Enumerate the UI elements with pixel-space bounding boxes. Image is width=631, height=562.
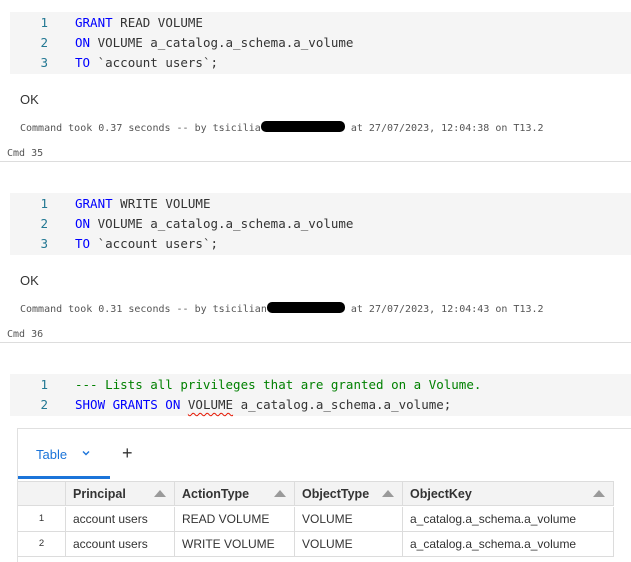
tab-label: Table bbox=[36, 447, 68, 462]
table-cell[interactable]: a_catalog.a_schema.a_volume bbox=[403, 532, 614, 556]
sql-token: VOLUME bbox=[187, 397, 234, 412]
code-text: --- Lists all privileges that are grante… bbox=[75, 375, 481, 395]
sql-token: READ VOLUME bbox=[112, 15, 203, 30]
code-text: TO `account users`; bbox=[75, 234, 218, 254]
code-text: GRANT WRITE VOLUME bbox=[75, 194, 210, 214]
column-header-objectkey[interactable]: ObjectKey bbox=[403, 482, 614, 506]
result-ok-text: OK bbox=[20, 273, 39, 288]
code-editor-cell-36[interactable]: 1 --- Lists all privileges that are grant… bbox=[10, 374, 631, 416]
code-editor-cell-1[interactable]: 1 GRANT READ VOLUME 2 ON VOLUME a_catalog.… bbox=[10, 12, 631, 74]
line-number: 3 bbox=[40, 236, 48, 251]
chevron-down-icon[interactable] bbox=[82, 449, 90, 457]
code-editor-cell-35[interactable]: 1 GRANT WRITE VOLUME 2 ON VOLUME a_catalog… bbox=[10, 193, 631, 255]
code-text: ON VOLUME a_catalog.a_schema.a_volume bbox=[75, 33, 353, 53]
table-cell[interactable]: WRITE VOLUME bbox=[175, 532, 295, 556]
column-header-label: ObjectKey bbox=[410, 487, 472, 501]
sort-arrow-icon[interactable] bbox=[593, 490, 605, 497]
cmd-label: Cmd 35 bbox=[7, 148, 44, 159]
row-index: 2 bbox=[18, 532, 66, 556]
command-meta: Command took 0.37 seconds -- by tsicilia… bbox=[20, 121, 544, 134]
column-header-actiontype[interactable]: ActionType bbox=[175, 482, 295, 506]
sql-keyword: TO bbox=[75, 55, 91, 70]
command-meta-prefix: Command took 0.37 seconds -- by tsicilia bbox=[20, 123, 261, 134]
column-header-label: Principal bbox=[73, 487, 126, 501]
command-meta: Command took 0.31 seconds -- by tsicilia… bbox=[20, 302, 544, 315]
cell-divider bbox=[0, 161, 631, 162]
sql-token: VOLUME a_catalog.a_schema.a_volume bbox=[90, 216, 354, 231]
table-cell[interactable]: VOLUME bbox=[295, 507, 403, 531]
column-header-label: ObjectType bbox=[302, 487, 370, 501]
command-meta-prefix: Command took 0.31 seconds -- by tsicilia… bbox=[20, 304, 267, 315]
sql-keyword: GRANT bbox=[75, 196, 113, 211]
result-ok-text: OK bbox=[20, 92, 39, 107]
sort-arrow-icon[interactable] bbox=[274, 490, 286, 497]
code-text: ON VOLUME a_catalog.a_schema.a_volume bbox=[75, 214, 353, 234]
table-row[interactable]: 1 account users READ VOLUME VOLUME a_cat… bbox=[18, 507, 614, 532]
code-text: TO `account users`; bbox=[75, 53, 218, 73]
table-cell[interactable]: account users bbox=[66, 507, 175, 531]
line-number: 2 bbox=[40, 397, 48, 412]
row-index: 1 bbox=[18, 507, 66, 531]
sql-token: WRITE VOLUME bbox=[112, 196, 211, 211]
column-header-label: ActionType bbox=[182, 487, 250, 501]
command-meta-suffix: at 27/07/2023, 12:04:43 on T13.2 bbox=[344, 304, 544, 315]
column-header-objecttype[interactable]: ObjectType bbox=[295, 482, 403, 506]
command-meta-suffix: at 27/07/2023, 12:04:38 on T13.2 bbox=[344, 123, 544, 134]
line-number: 1 bbox=[40, 196, 48, 211]
plus-icon[interactable]: + bbox=[122, 444, 133, 462]
line-number: 1 bbox=[40, 15, 48, 30]
line-number: 1 bbox=[40, 377, 48, 392]
row-index-header bbox=[18, 482, 66, 506]
sql-keyword: GRANT bbox=[75, 15, 113, 30]
sql-token: `account users`; bbox=[90, 55, 218, 70]
table-cell[interactable]: VOLUME bbox=[295, 532, 403, 556]
table-cell[interactable]: READ VOLUME bbox=[175, 507, 295, 531]
table-row[interactable]: 2 account users WRITE VOLUME VOLUME a_ca… bbox=[18, 532, 614, 557]
redacted-username bbox=[260, 121, 345, 132]
table-cell[interactable]: a_catalog.a_schema.a_volume bbox=[403, 507, 614, 531]
sql-comment: --- Lists all privileges that are grante… bbox=[75, 377, 482, 392]
tab-active-indicator bbox=[18, 476, 110, 479]
line-number: 2 bbox=[40, 35, 48, 50]
column-header-principal[interactable]: Principal bbox=[66, 482, 175, 506]
sql-keyword: ON bbox=[75, 216, 91, 231]
sort-arrow-icon[interactable] bbox=[154, 490, 166, 497]
tab-table[interactable]: Table bbox=[18, 429, 110, 479]
sort-arrow-icon[interactable] bbox=[382, 490, 394, 497]
sql-token: a_catalog.a_schema.a_volume; bbox=[233, 397, 452, 412]
line-number: 2 bbox=[40, 216, 48, 231]
sql-keyword: TO bbox=[75, 236, 91, 251]
sql-token: `account users`; bbox=[90, 236, 218, 251]
result-panel: Table + Principal ActionType ObjectType … bbox=[17, 428, 631, 562]
table-cell[interactable]: account users bbox=[66, 532, 175, 556]
code-text: GRANT READ VOLUME bbox=[75, 13, 203, 33]
cell-divider bbox=[0, 342, 631, 343]
redacted-username bbox=[266, 302, 345, 313]
sql-keyword: SHOW GRANTS ON bbox=[75, 397, 181, 412]
sql-keyword: ON bbox=[75, 35, 91, 50]
cmd-label: Cmd 36 bbox=[7, 329, 44, 340]
code-text: SHOW GRANTS ON VOLUME a_catalog.a_schema… bbox=[75, 395, 451, 415]
table-header-row: Principal ActionType ObjectType ObjectKe… bbox=[18, 481, 614, 506]
line-number: 3 bbox=[40, 55, 48, 70]
sql-token: VOLUME a_catalog.a_schema.a_volume bbox=[90, 35, 354, 50]
